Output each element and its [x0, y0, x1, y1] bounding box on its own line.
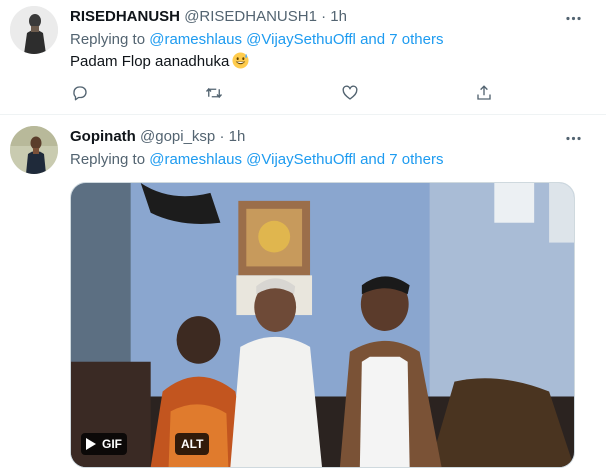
- gif-media[interactable]: GIF ALT: [70, 182, 575, 468]
- replying-others-link[interactable]: and 7 others: [360, 151, 443, 168]
- separator-dot: ·: [219, 128, 225, 145]
- avatar[interactable]: [10, 126, 58, 174]
- alt-badge[interactable]: ALT: [175, 433, 210, 455]
- replying-prefix: Replying to: [70, 31, 146, 48]
- avatar[interactable]: [10, 6, 58, 54]
- display-name[interactable]: Gopinath: [70, 128, 136, 145]
- replying-to: Replying to @rameshlaus @VijaySethuOffl …: [70, 151, 443, 168]
- tweet-text: Padam Flop aanadhuka: [70, 52, 249, 70]
- retweet-button[interactable]: [204, 83, 224, 103]
- gif-frame-image: [71, 183, 574, 467]
- tweet-actions: [70, 83, 500, 103]
- avatar-image: [10, 126, 58, 174]
- more-button[interactable]: [560, 128, 586, 148]
- replying-to: Replying to @rameshlaus @VijaySethuOffl …: [70, 31, 443, 48]
- retweet-icon: [205, 87, 223, 99]
- alt-label: ALT: [181, 437, 204, 451]
- tweet-header: Gopinath @gopi_ksp · 1h: [70, 128, 245, 145]
- more-horizontal-icon: [565, 16, 581, 20]
- user-handle[interactable]: @RISEDHANUSH1: [184, 8, 317, 25]
- grinning-face-with-sweat-icon: [232, 52, 249, 69]
- avatar-image: [10, 6, 58, 54]
- user-handle[interactable]: @gopi_ksp: [140, 128, 215, 145]
- replying-users-link[interactable]: @rameshlaus @VijaySethuOffl: [149, 31, 356, 48]
- display-name[interactable]: RISEDHANUSH: [70, 8, 180, 25]
- tweet-header: RISEDHANUSH @RISEDHANUSH1 · 1h: [70, 8, 347, 25]
- separator-dot: ·: [321, 8, 327, 25]
- more-button[interactable]: [560, 8, 586, 28]
- tweet-text-body: Padam Flop aanadhuka: [70, 53, 230, 70]
- replying-prefix: Replying to: [70, 151, 146, 168]
- reply-icon: [73, 86, 87, 101]
- replying-others-link[interactable]: and 7 others: [360, 31, 443, 48]
- share-button[interactable]: [474, 83, 494, 103]
- more-horizontal-icon: [565, 136, 581, 140]
- tweet-time[interactable]: 1h: [330, 8, 347, 25]
- share-icon: [477, 85, 491, 100]
- like-button[interactable]: [340, 83, 360, 103]
- reply-button[interactable]: [70, 83, 90, 103]
- tweet-reply-gopinath[interactable]: Gopinath @gopi_ksp · 1h Replying to @ram…: [0, 114, 606, 475]
- tweet-reply-risedhanush[interactable]: RISEDHANUSH @RISEDHANUSH1 · 1h Replying …: [0, 0, 606, 114]
- play-icon: [86, 438, 96, 450]
- gif-badge[interactable]: GIF: [81, 433, 127, 455]
- like-heart-icon: [342, 85, 358, 100]
- tweet-time[interactable]: 1h: [229, 128, 246, 145]
- replying-users-link[interactable]: @rameshlaus @VijaySethuOffl: [149, 151, 356, 168]
- gif-label: GIF: [102, 437, 122, 451]
